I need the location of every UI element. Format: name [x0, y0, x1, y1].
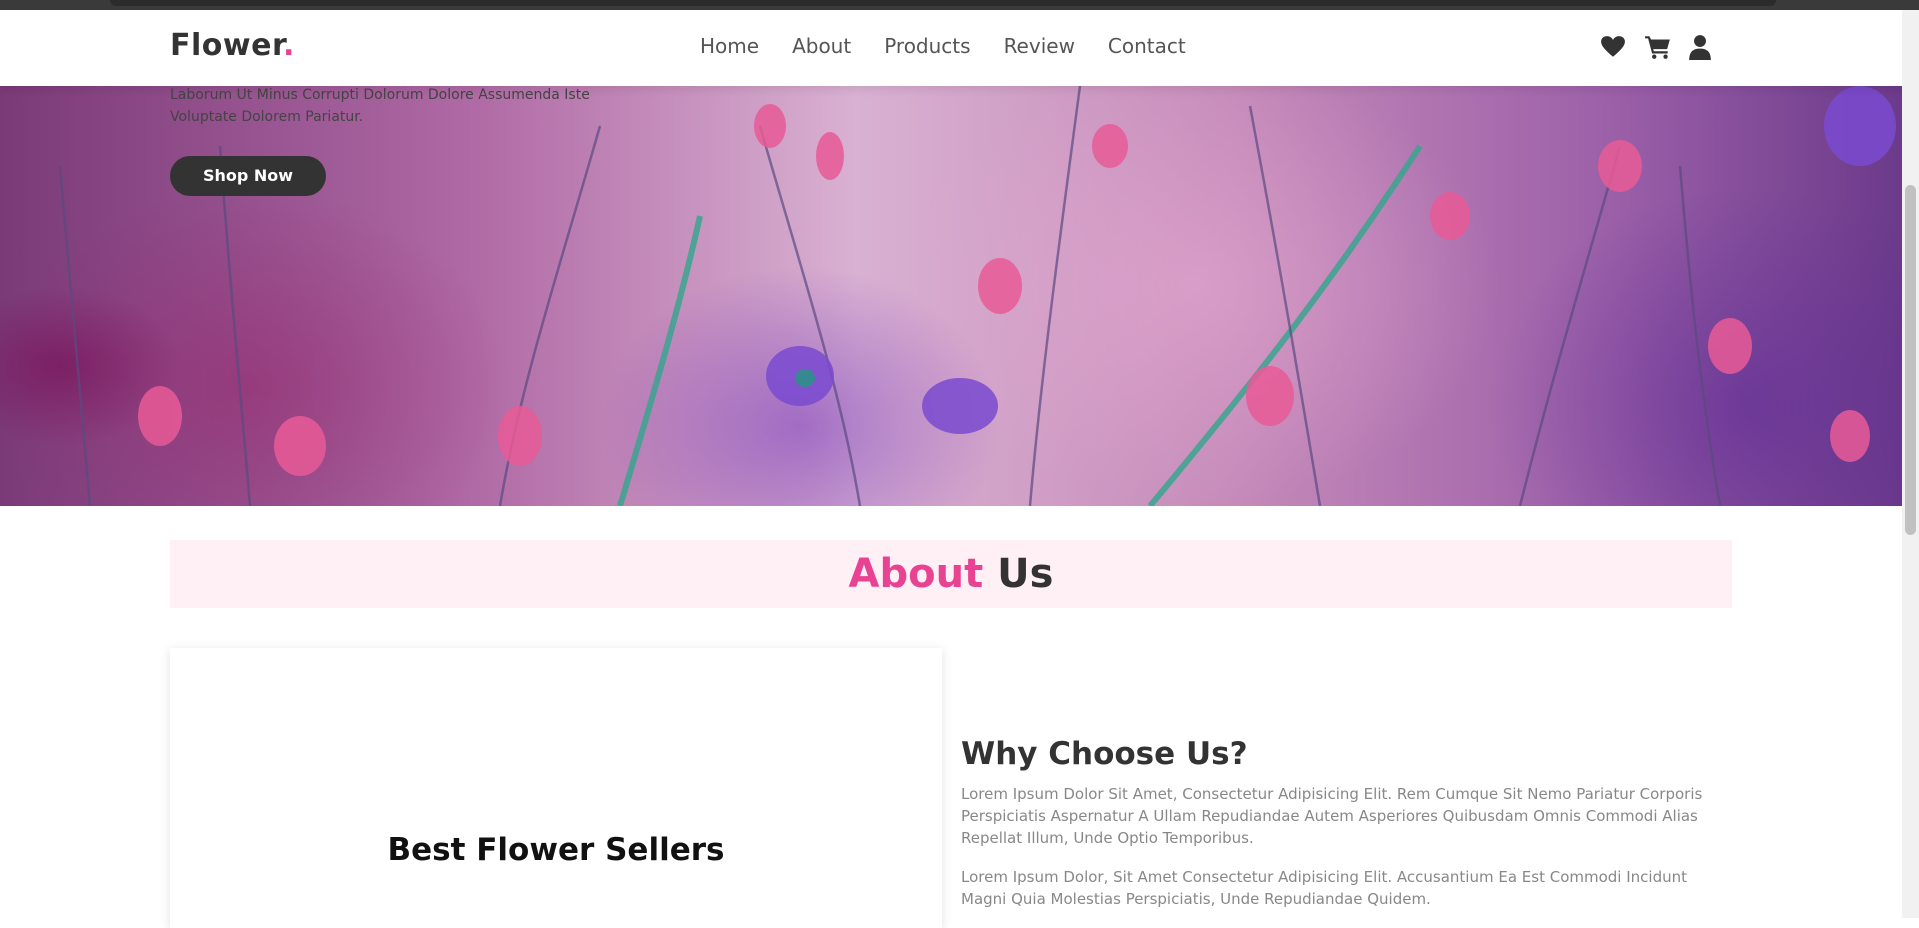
video-card[interactable]: Best Flower Sellers	[170, 648, 942, 928]
nav-contact[interactable]: Contact	[1108, 34, 1186, 58]
cart-icon[interactable]	[1644, 34, 1670, 60]
browser-bar	[110, 0, 1776, 6]
hero-flower-illustration	[58, 86, 1896, 506]
hero-section: Laborum Ut Minus Corrupti Dolorum Dolore…	[0, 86, 1902, 506]
nav-home[interactable]: Home	[700, 34, 759, 58]
why-paragraph-1: Lorem Ipsum Dolor Sit Amet, Consectetur …	[961, 785, 1703, 847]
main-nav: Home About Products Review Contact	[700, 34, 1219, 58]
nav-products[interactable]: Products	[884, 34, 970, 58]
site-header: Flower. Home About Products Review Conta…	[0, 10, 1902, 86]
video-card-title: Best Flower Sellers	[387, 832, 725, 868]
about-heading: About Us	[170, 540, 1732, 608]
heart-icon[interactable]	[1600, 34, 1626, 60]
user-icon[interactable]	[1688, 34, 1714, 60]
header-icons	[1600, 34, 1714, 60]
why-paragraph-2: Lorem Ipsum Dolor, Sit Amet Consectetur …	[961, 868, 1688, 908]
about-heading-accent: About	[848, 551, 984, 597]
logo-text: Flower	[170, 28, 283, 63]
nav-review[interactable]: Review	[1004, 34, 1075, 58]
browser-top-strip	[0, 0, 1919, 10]
why-choose-title: Why Choose Us?	[961, 736, 1248, 772]
shop-now-button[interactable]: Shop Now	[170, 156, 326, 196]
about-heading-rest: Us	[997, 551, 1054, 597]
logo[interactable]: Flower.	[170, 28, 295, 63]
logo-dot: .	[282, 28, 295, 63]
scrollbar-thumb[interactable]	[1905, 185, 1916, 535]
nav-about[interactable]: About	[792, 34, 851, 58]
hero-description: Laborum Ut Minus Corrupti Dolorum Dolore…	[170, 87, 590, 125]
